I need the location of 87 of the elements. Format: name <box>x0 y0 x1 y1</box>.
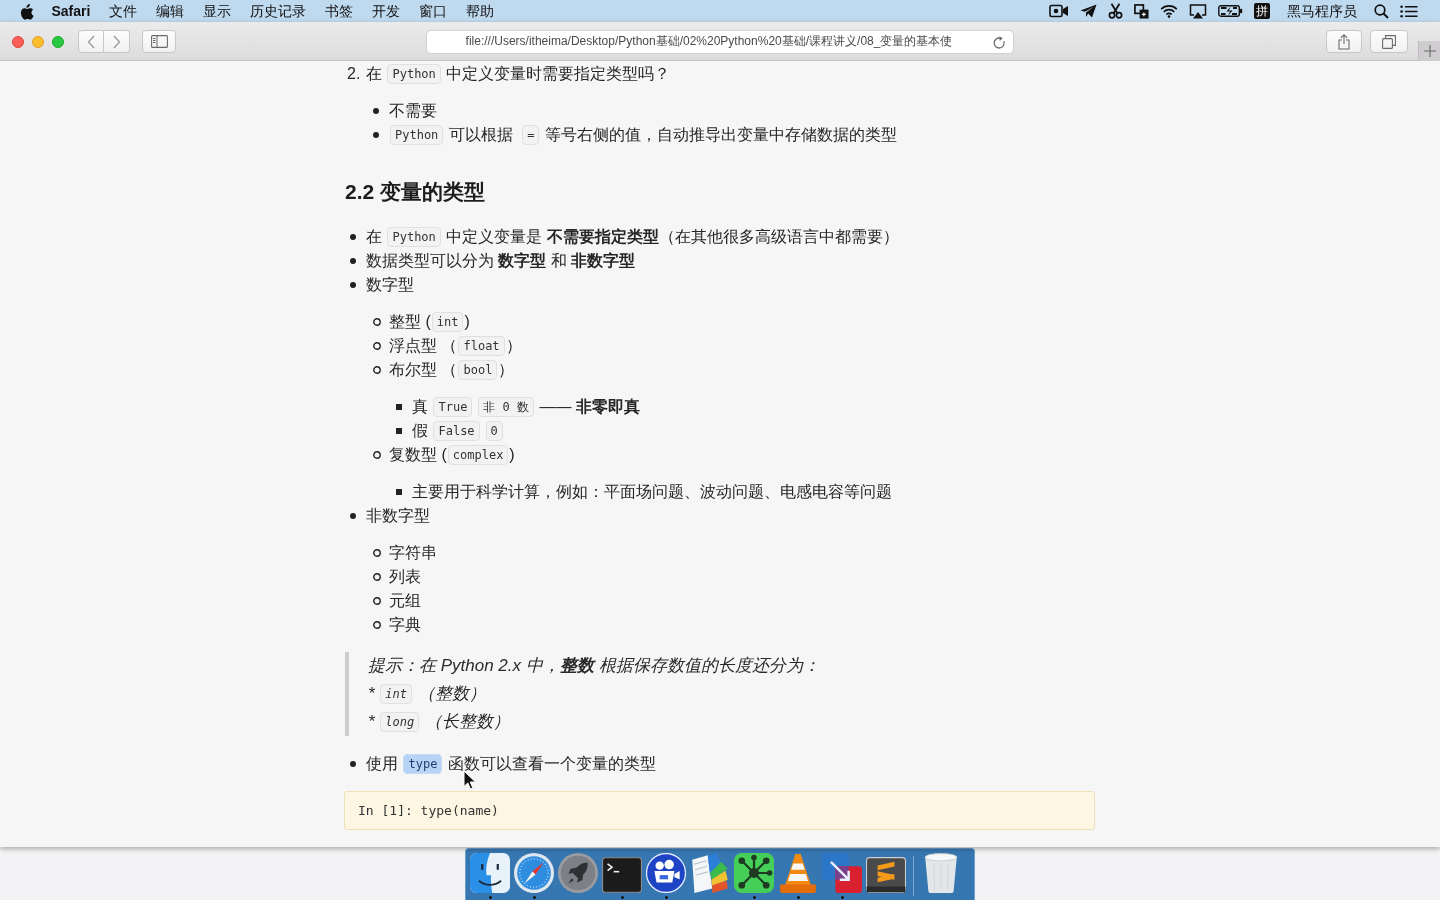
compass-icon[interactable] <box>514 853 554 893</box>
list-item-text: 非数字型 <box>366 506 430 526</box>
mouse-pointer-icon <box>463 770 476 790</box>
bullet-ring-icon <box>373 573 381 581</box>
smiley-face-icon[interactable] <box>470 853 510 893</box>
list-item-text: 使用 type 函数可以查看一个变量的类型 <box>366 753 656 776</box>
bullet-ring-icon <box>373 451 381 459</box>
menu-item[interactable]: 显示 <box>193 0 241 22</box>
list-item-text: 字符串 <box>389 543 437 563</box>
bullet-dot-icon <box>350 282 356 288</box>
list-item-text: 浮点型 （ float ） <box>389 335 522 358</box>
close-button[interactable] <box>12 35 24 48</box>
screen-triangle-icon[interactable] <box>1189 3 1207 19</box>
list-item-text: 在 Python 中定义变量是 不需要指定类型（在其他很多高级语言中都需要） <box>366 226 899 249</box>
list-item-text: 整型 ( int ) <box>389 311 470 334</box>
bullet-ring-icon <box>373 597 381 605</box>
search-icon[interactable] <box>1374 3 1389 19</box>
quote-line: 提示：在 Python 2.x 中，整数 根据保存数值的长度还分为： <box>368 655 821 677</box>
overlapping-squares-icon[interactable] <box>1134 3 1149 19</box>
fanned-pages-icon[interactable] <box>690 853 730 893</box>
list-item-text: 元组 <box>389 591 421 611</box>
bullet-ring-icon <box>373 549 381 557</box>
video-camera-icon[interactable] <box>1049 4 1069 18</box>
input-source-menu[interactable]: 拼 <box>1254 3 1270 19</box>
sidebar-button[interactable] <box>142 30 176 53</box>
reload-icon[interactable] <box>993 35 1006 50</box>
bullet-ring-icon <box>373 366 381 374</box>
list-item-text: 列表 <box>389 567 421 587</box>
list-icon[interactable] <box>1400 4 1418 18</box>
list-item-text: 真 True 非 0 数 —— 非零即真 <box>412 396 640 419</box>
paper-plane-icon[interactable] <box>1080 4 1097 18</box>
node-graph-icon[interactable] <box>734 853 774 893</box>
sidebar-icon <box>150 35 168 48</box>
bullet-dot-icon <box>373 132 379 138</box>
bullet-ring-icon <box>373 621 381 629</box>
share-icon <box>1338 33 1350 50</box>
bullet-square-icon <box>396 489 402 495</box>
menu-item[interactable]: 开发 <box>362 0 410 22</box>
list-item-text: 字典 <box>389 615 421 635</box>
list-number: 2. <box>346 64 362 84</box>
list-item-text: Python 可以根据 = 等号右侧的值，自动推导出变量中存储数据的类型 <box>389 123 897 147</box>
wifi-icon[interactable] <box>1160 4 1178 18</box>
quote-line: * int （整数） <box>368 683 487 706</box>
menu-item[interactable]: 窗口 <box>409 0 457 22</box>
section-heading: 2.2 变量的类型 <box>345 179 487 205</box>
bullet-dot-icon <box>373 108 379 114</box>
address-field[interactable]: file:///Users/itheima/Desktop/Python基础/02%20Python%20基础/课程讲义/08_变量的基本使 <box>426 29 1014 54</box>
movie-camera-icon[interactable] <box>646 853 686 893</box>
chevron-left-icon <box>87 34 95 49</box>
overlapping-squares-icon[interactable] <box>822 853 862 893</box>
chevron-right-icon <box>112 34 121 49</box>
list-item-text: 假 False 0 <box>412 419 504 443</box>
terminal-icon[interactable] <box>602 857 642 893</box>
app-menu[interactable]: Safari <box>42 0 100 22</box>
list-item-text: 主要用于科学计算，例如：平面场问题、波动问题、电感电容等问题 <box>412 482 892 502</box>
quote-line: * long （长整数） <box>368 711 511 734</box>
rocket-icon[interactable] <box>558 853 598 893</box>
slanted-slabs-icon[interactable] <box>866 857 906 893</box>
code-block: In [1]: type(name) <box>344 791 1095 830</box>
bullet-dot-icon <box>350 761 356 767</box>
apple-logo-icon[interactable] <box>20 2 35 20</box>
list-item-text: 复数型 ( complex ) <box>389 444 515 467</box>
tabs-button[interactable] <box>1370 30 1408 53</box>
list-item-text: 不需要 <box>389 101 437 121</box>
bullet-dot-icon <box>350 258 356 264</box>
tabs-icon <box>1382 34 1396 49</box>
list-item-text: 数字型 <box>366 275 414 295</box>
menu-item[interactable]: 书签 <box>315 0 363 22</box>
menu-item[interactable]: 帮助 <box>456 0 504 22</box>
battery-icon[interactable] <box>1218 5 1243 17</box>
bullet-ring-icon <box>373 342 381 350</box>
scissors-icon[interactable] <box>1108 3 1123 19</box>
bullet-ring-icon <box>373 318 381 326</box>
traffic-cone-icon[interactable] <box>778 853 818 893</box>
menu-item[interactable]: 历史记录 <box>240 0 316 22</box>
list-item-text: 布尔型 （ bool ） <box>389 359 515 382</box>
bullet-dot-icon <box>350 234 356 240</box>
menu-item[interactable]: 编辑 <box>146 0 194 22</box>
trash-icon[interactable] <box>924 853 958 893</box>
user-menu[interactable]: 黑马程序员 <box>1281 0 1363 22</box>
bullet-square-icon <box>396 404 402 410</box>
list-item-text: 数据类型可以分为 数字型 和 非数字型 <box>366 251 636 271</box>
list-item-text: 在 Python 中定义变量时需要指定类型吗？ <box>366 63 671 86</box>
bullet-dot-icon <box>350 513 356 519</box>
menu-item[interactable]: 文件 <box>99 0 147 22</box>
plus-icon <box>1423 45 1436 57</box>
bullet-square-icon <box>396 428 402 434</box>
